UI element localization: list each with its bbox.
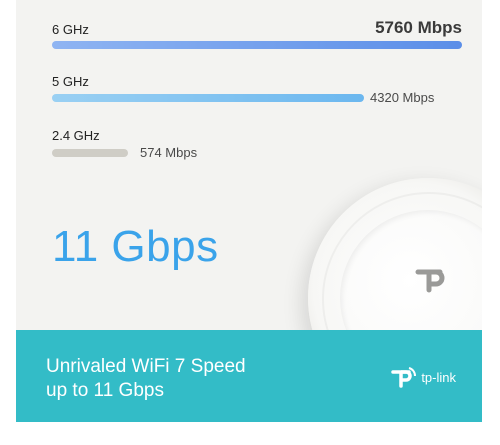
- tp-link-logo-icon: [415, 269, 445, 293]
- footer-subline: up to 11 Gbps: [46, 380, 164, 401]
- band-value-5ghz: 4320 Mbps: [370, 90, 435, 105]
- band-value-6ghz: 5760 Mbps: [375, 18, 462, 37]
- band-label-5ghz: 5 GHz: [52, 74, 89, 89]
- footer-headline: Unrivaled WiFi 7 Speed: [46, 356, 246, 377]
- band-bar-5ghz: [52, 94, 364, 102]
- brand-logo: tp-link: [391, 366, 456, 388]
- band-value-24ghz: 574 Mbps: [140, 145, 198, 160]
- band-label-24ghz: 2.4 GHz: [52, 128, 100, 143]
- footer-banner: Unrivaled WiFi 7 Speed up to 11 Gbps tp-…: [16, 330, 482, 422]
- band-bar-6ghz: [52, 41, 462, 49]
- brand-name: tp-link: [421, 369, 456, 385]
- band-label-6ghz: 6 GHz: [52, 22, 89, 37]
- speed-headline: 11 Gbps: [52, 222, 219, 271]
- band-bar-24ghz: [52, 149, 128, 157]
- tp-link-brand-icon: [391, 367, 417, 388]
